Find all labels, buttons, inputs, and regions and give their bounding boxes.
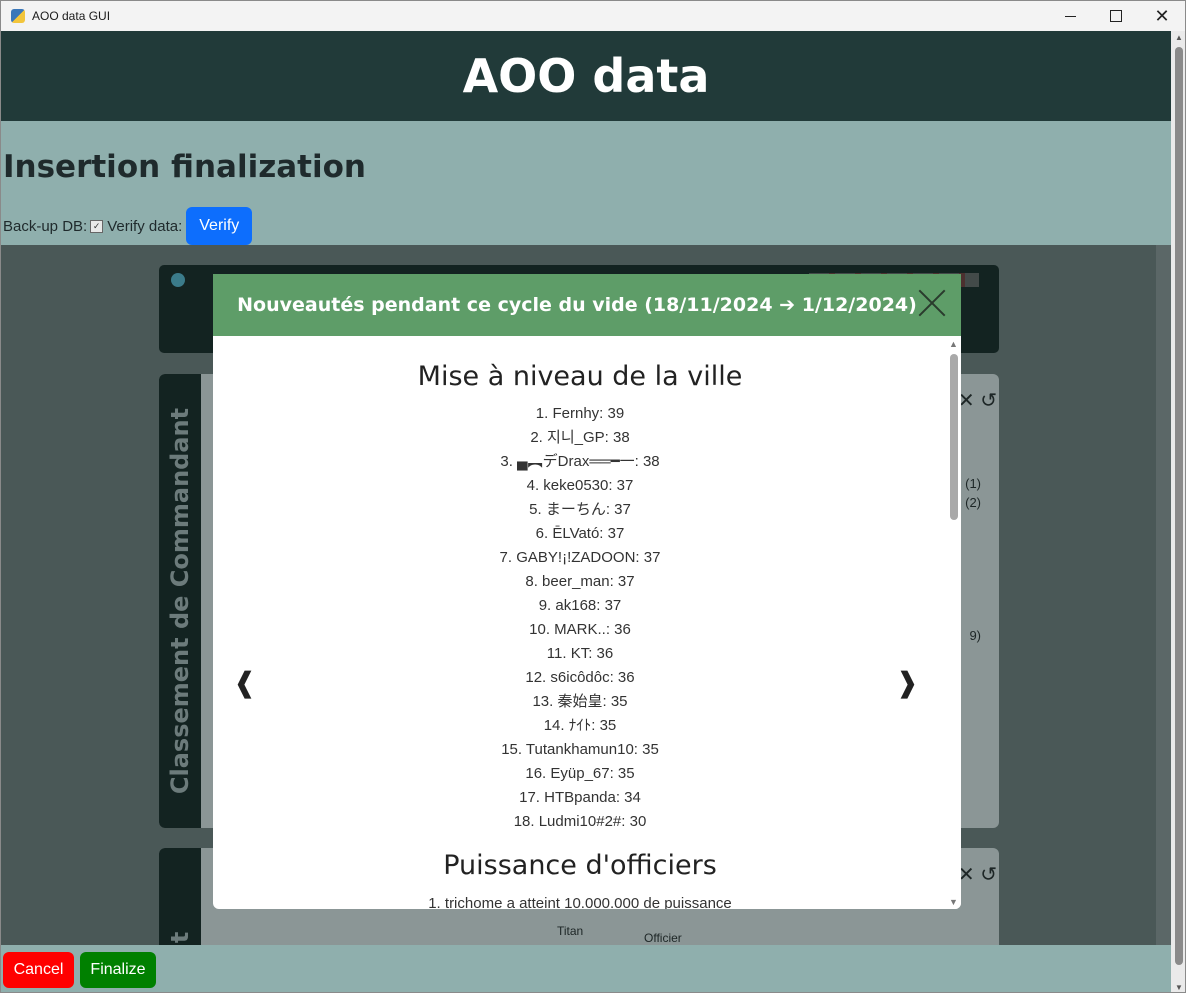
verify-button[interactable]: Verify (186, 207, 253, 245)
chart-label-officier: Officier (644, 931, 682, 945)
cancel-button[interactable]: Cancel (3, 952, 74, 988)
app-title: AOO data (462, 49, 710, 103)
modal-scrollbar[interactable]: ▲ ▼ (947, 336, 961, 909)
list-item: 2. 지니_GP: 38 (530, 429, 630, 446)
card-controls[interactable]: ✕ ↺ (958, 862, 997, 887)
close-window-button[interactable]: ✕ (1139, 1, 1185, 31)
python-app-icon (11, 9, 25, 23)
finalize-button[interactable]: Finalize (80, 952, 156, 988)
card-tab-label: ant (166, 932, 194, 945)
maximize-button[interactable] (1093, 1, 1139, 31)
card-tab-label: Classement de Commandant (166, 407, 194, 795)
modal-body[interactable]: ❰ ❱ Mise à niveau de la ville 1. Fernhy:… (213, 336, 947, 909)
scroll-up-icon[interactable]: ▲ (949, 339, 958, 349)
list-item: 18. Ludmi10#2#: 30 (513, 813, 647, 830)
close-icon: ✕ (1154, 5, 1170, 26)
backup-db-checkbox[interactable]: ✓ (90, 219, 104, 233)
list-item: 9. ak168: 37 (538, 597, 622, 614)
list-item: 16. Eyüp_67: 35 (525, 765, 635, 782)
list-item: 8. beer_man: 37 (525, 573, 635, 590)
minimize-icon (1064, 15, 1076, 17)
scroll-down-icon[interactable]: ▼ (1175, 983, 1183, 992)
title-bar[interactable]: AOO data GUI ✕ (1, 1, 1185, 32)
officer-power-list: 1. trichome a atteint 10.000.000 de puis… (213, 892, 947, 909)
list-item: 12. s6icôdôc: 36 (525, 669, 635, 686)
main-scrollbar[interactable]: ▲ ▼ (1171, 31, 1185, 992)
maximize-icon (1110, 10, 1122, 22)
card-controls[interactable]: ✕ ↺ (958, 388, 997, 413)
footer: Cancel Finalize (1, 945, 1171, 992)
page-title: Insertion finalization (3, 149, 366, 185)
minimize-button[interactable] (1047, 1, 1093, 31)
window-title: AOO data GUI (32, 9, 111, 23)
list-item: 5. まーちん: 37 (529, 501, 631, 518)
modal-close-icon[interactable] (917, 288, 947, 318)
main-scroll-thumb[interactable] (1175, 47, 1183, 965)
chart-label-titan: Titan (557, 924, 584, 938)
card-vertical-tab: ant (159, 848, 201, 945)
list-item: 3. ▄︻デDrax══━一: 38 (500, 453, 660, 470)
city-upgrade-list: 1. Fernhy: 39 2. 지니_GP: 38 3. ▄︻デDrax══━… (213, 402, 947, 834)
news-modal: Nouveautés pendant ce cycle du vide (18/… (213, 274, 961, 909)
options-row: Back-up DB: ✓ Verify data: Verify (3, 207, 253, 245)
section-heading-city-upgrade: Mise à niveau de la ville (417, 361, 743, 392)
card-vertical-tab: Classement de Commandant (159, 374, 201, 828)
app-window: AOO data GUI ✕ AOO data Insertion finali… (0, 0, 1186, 993)
content-scrollbar[interactable] (1156, 245, 1171, 945)
section-heading-officer-power: Puissance d'officiers (443, 850, 717, 881)
card-side-text: (2) (965, 495, 981, 510)
modal-title: Nouveautés pendant ce cycle du vide (18/… (237, 294, 917, 316)
app-header: AOO data (1, 31, 1171, 121)
list-item: 1. trichome a atteint 10.000.000 de puis… (428, 895, 732, 909)
scroll-down-icon[interactable]: ▼ (949, 897, 958, 907)
list-item: 15. Tutankhamun10: 35 (501, 741, 659, 758)
list-item: 13. 秦始皇: 35 (532, 693, 628, 710)
list-item: 11. KT: 36 (546, 645, 614, 662)
verify-data-label: Verify data: (107, 217, 183, 235)
list-item: 4. keke0530: 37 (526, 477, 634, 494)
list-item: 6. ĒLVató: 37 (535, 525, 625, 542)
list-item: 7. GABY!¡!ZADOON: 37 (499, 549, 661, 566)
card-side-text: 9) (969, 628, 981, 643)
card-side-text: (1) (965, 476, 981, 491)
modal-scroll-thumb[interactable] (950, 354, 958, 520)
scroll-up-icon[interactable]: ▲ (1175, 33, 1183, 42)
modal-header: Nouveautés pendant ce cycle du vide (18/… (213, 274, 961, 336)
list-item: 17. HTBpanda: 34 (519, 789, 641, 806)
list-item: 14. ﾅｲﾄ: 35 (543, 717, 617, 734)
globe-icon (171, 273, 185, 287)
backup-db-label: Back-up DB: (3, 217, 88, 235)
list-item: 1. Fernhy: 39 (535, 405, 625, 422)
list-item: 10. MARK..: 36 (529, 621, 631, 638)
